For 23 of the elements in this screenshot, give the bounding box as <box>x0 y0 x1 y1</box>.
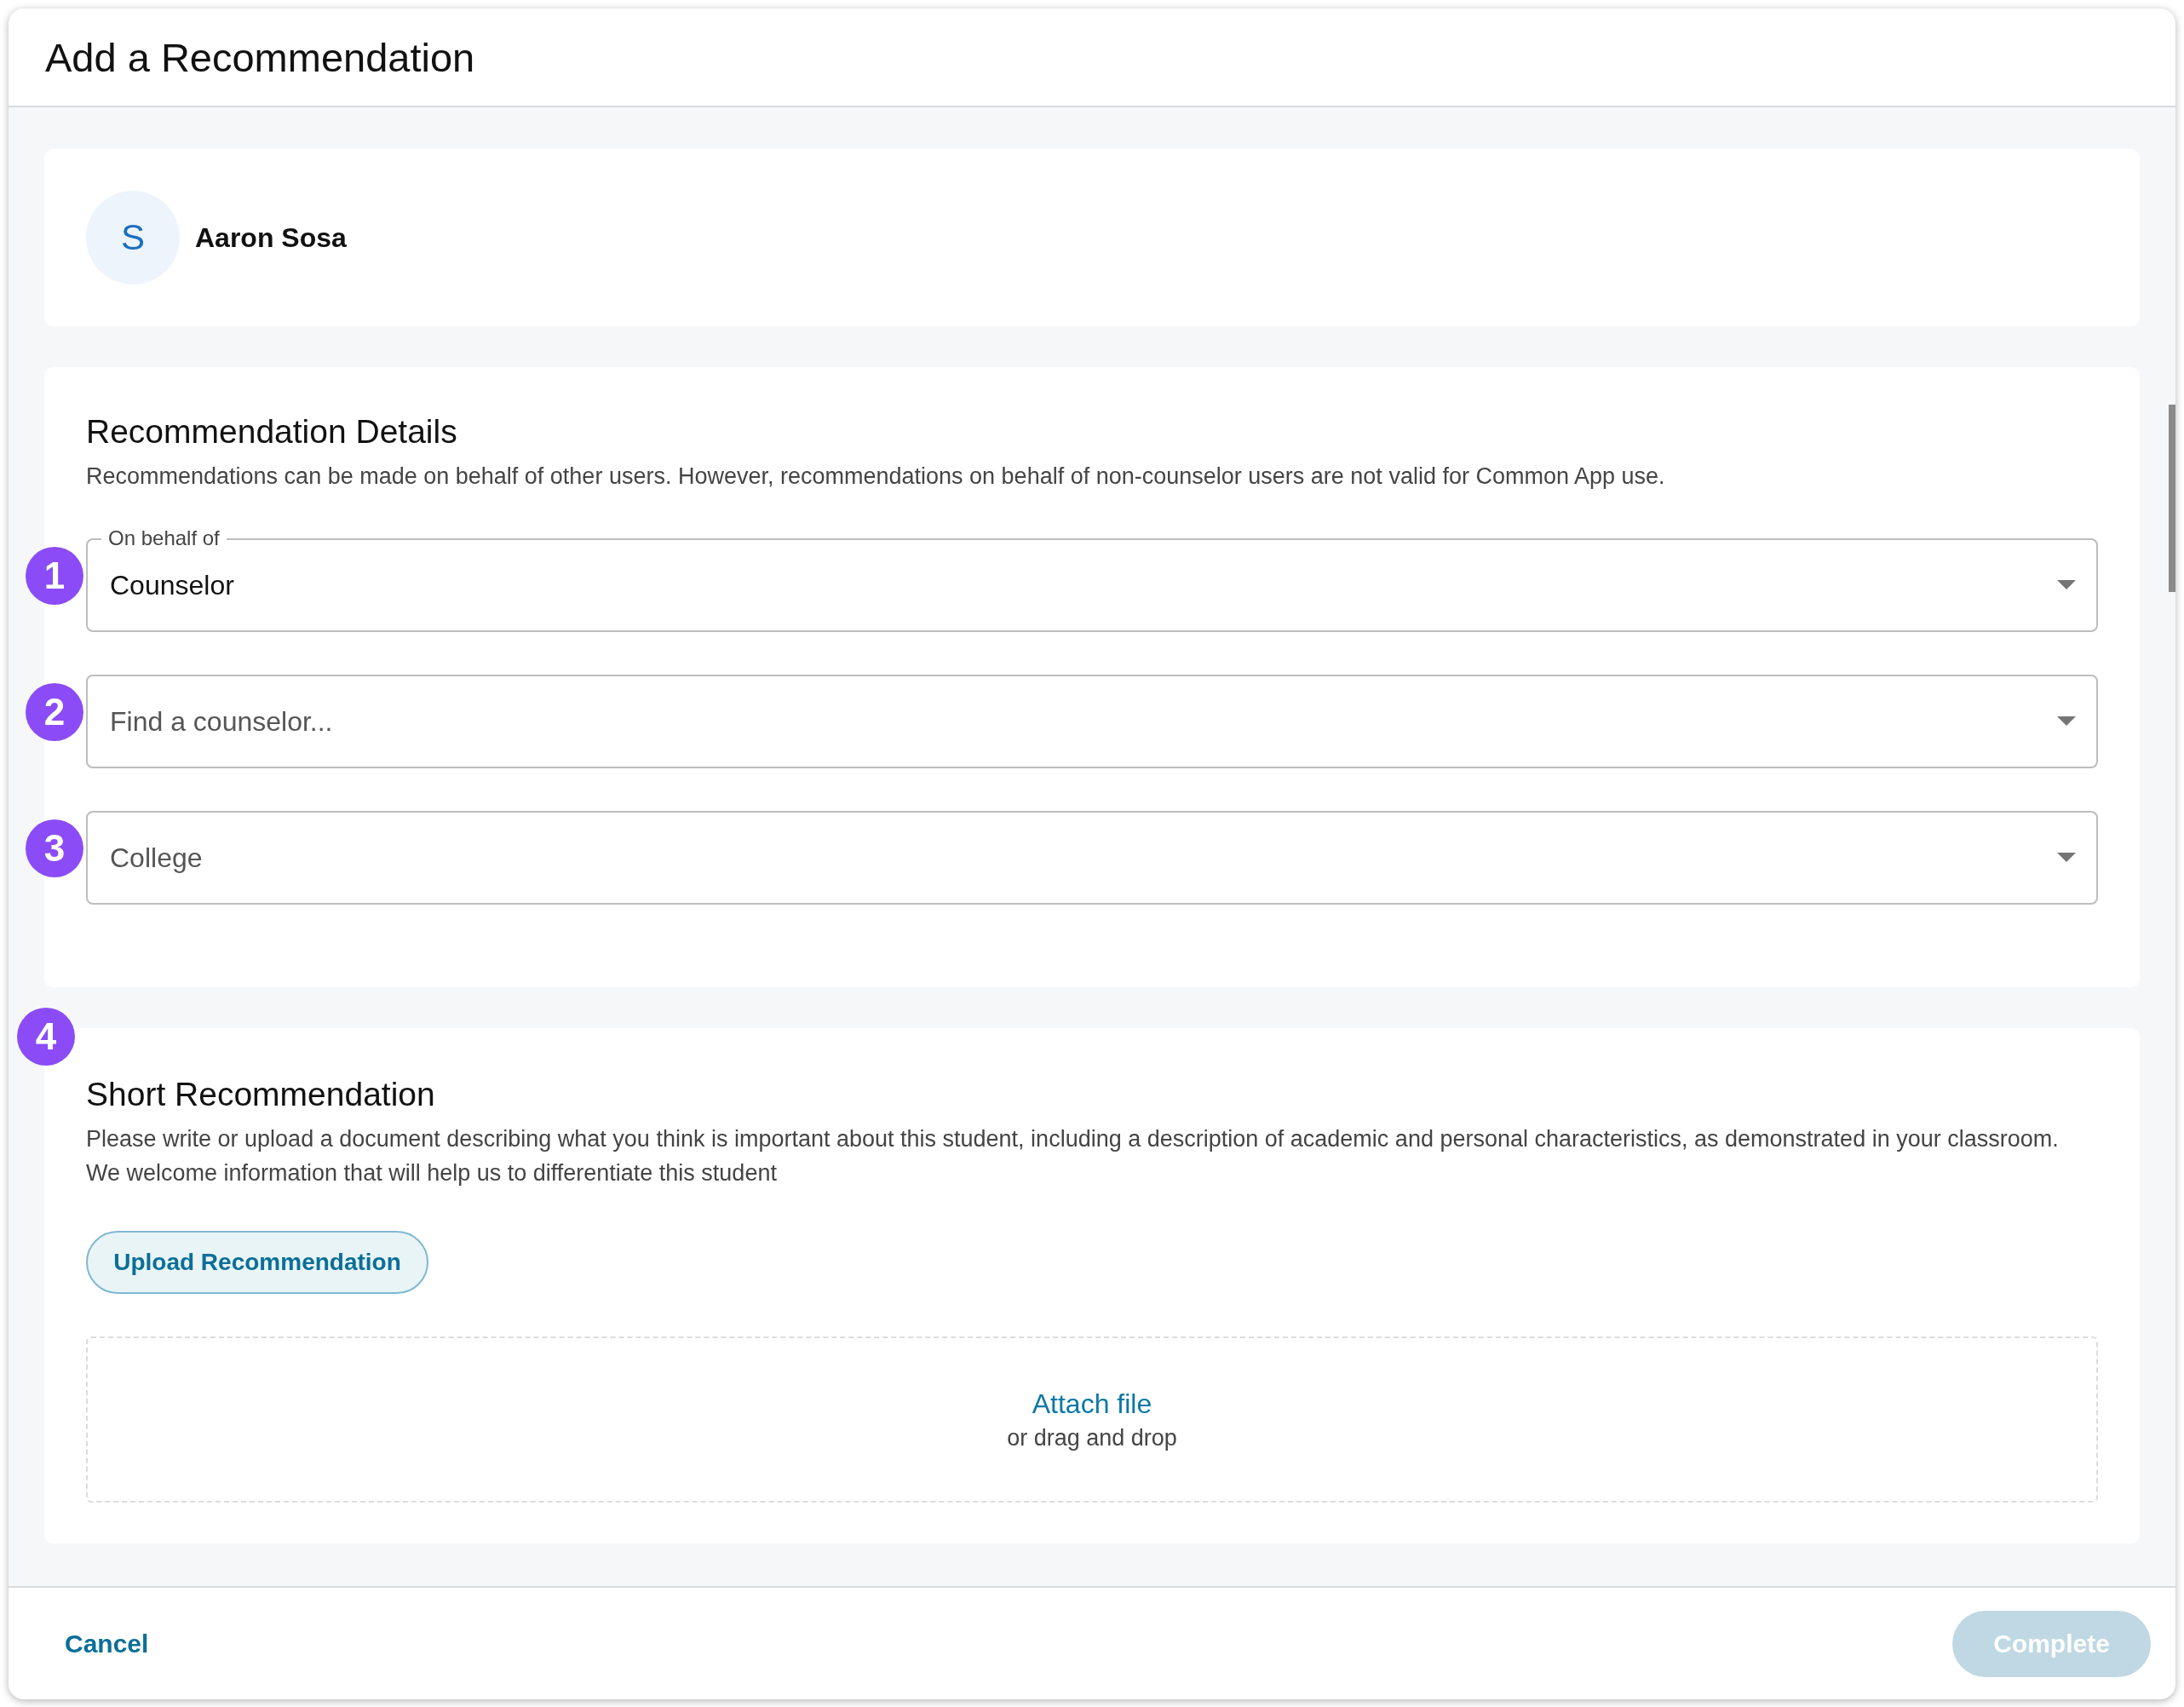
field-value: Counselor <box>110 569 234 601</box>
dialog-title: Add a Recommendation <box>45 33 475 81</box>
dropdown-caret-icon <box>2057 716 2076 727</box>
step-number-badge: 3 <box>26 819 83 877</box>
dropdown-caret-icon <box>2057 853 2076 863</box>
file-dropzone[interactable]: Attach file or drag and drop <box>86 1336 2098 1503</box>
section-heading: Recommendation Details <box>86 413 458 451</box>
dropdown-caret-icon <box>2057 580 2076 590</box>
student-name: Aaron Sosa <box>195 221 347 254</box>
attach-file-link[interactable]: Attach file <box>1032 1388 1152 1420</box>
section-description: Recommendations can be made on behalf of other users. However, recommendations on behalf of non-counselor users are not valid for Common App use. <box>86 463 1666 491</box>
cancel-button[interactable]: Cancel <box>43 1620 171 1667</box>
step-number-badge: 2 <box>26 683 83 741</box>
section-heading: Short Recommendation <box>86 1076 436 1113</box>
avatar-initial: S <box>86 191 180 284</box>
field-placeholder: Find a counselor... <box>110 705 333 738</box>
upload-button[interactable]: Upload Recommendation <box>86 1231 428 1294</box>
section-description: Please write or upload a document describing what you think is important about this student, including a description of academic and personal characteristics, as demonstrated in your classroom. We welcome information that will help us to differentiate this student <box>86 1125 2060 1187</box>
field-placeholder: College <box>110 842 203 874</box>
step-number-badge: 4 <box>17 1008 75 1066</box>
dropzone-hint: or drag and drop <box>1007 1424 1177 1451</box>
scrollbar-thumb[interactable] <box>2169 405 2175 592</box>
step-number-badge: 1 <box>26 547 83 605</box>
